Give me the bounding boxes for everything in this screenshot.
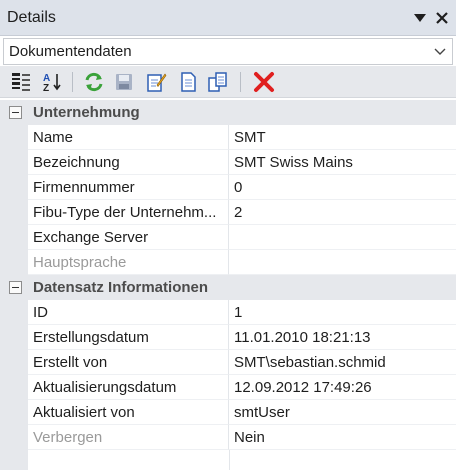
close-icon bbox=[436, 12, 448, 24]
property-name: Exchange Server bbox=[33, 229, 149, 246]
category-label: Unternehmung bbox=[33, 104, 140, 121]
save-icon[interactable] bbox=[113, 71, 135, 93]
view-select[interactable]: Dokumentendaten bbox=[3, 38, 453, 65]
property-name: Name bbox=[33, 129, 74, 146]
property-name: Erstellt von bbox=[33, 354, 108, 371]
dropdown-arrow-button[interactable] bbox=[410, 8, 430, 28]
property-row[interactable]: Aktualisierungsdatum 12.09.2012 17:49:26 bbox=[0, 375, 456, 400]
toolbar-separator bbox=[72, 72, 73, 92]
property-value[interactable]: 2 bbox=[234, 204, 242, 221]
property-name: Verbergen bbox=[33, 429, 103, 446]
property-name: ID bbox=[33, 304, 48, 321]
property-value[interactable]: 11.01.2010 18:21:13 bbox=[234, 329, 371, 346]
category-label: Datensatz Informationen bbox=[33, 279, 209, 296]
svg-text:Z: Z bbox=[43, 83, 49, 93]
category-datensatz-informationen[interactable]: Datensatz Informationen bbox=[0, 275, 456, 300]
property-value[interactable]: 1 bbox=[234, 304, 242, 321]
property-value[interactable]: 12.09.2012 17:49:26 bbox=[234, 379, 372, 396]
property-name: Erstellungsdatum bbox=[33, 329, 149, 346]
delete-icon[interactable] bbox=[253, 71, 275, 93]
view-select-value: Dokumentendaten bbox=[9, 43, 132, 60]
toolbar-separator bbox=[240, 72, 241, 92]
property-value[interactable]: 0 bbox=[234, 179, 242, 196]
property-row[interactable]: Aktualisiert von smtUser bbox=[0, 400, 456, 425]
panel-header: Details bbox=[0, 0, 456, 36]
property-name: Hauptsprache bbox=[33, 254, 127, 271]
property-row[interactable]: Erstellt von SMT\sebastian.schmid bbox=[0, 350, 456, 375]
property-row[interactable]: Exchange Server bbox=[0, 225, 456, 250]
property-row[interactable]: Erstellungsdatum 11.01.2010 18:21:13 bbox=[0, 325, 456, 350]
property-row[interactable]: Name SMT bbox=[0, 125, 456, 150]
property-name: Aktualisiert von bbox=[33, 404, 135, 421]
property-value[interactable]: smtUser bbox=[234, 404, 290, 421]
property-name: Firmennummer bbox=[33, 179, 135, 196]
property-value[interactable]: SMT Swiss Mains bbox=[234, 154, 353, 171]
alphabetical-sort-icon[interactable]: A Z bbox=[41, 71, 63, 93]
category-unternehmung[interactable]: Unternehmung bbox=[0, 100, 456, 125]
grid-empty-area bbox=[0, 450, 456, 470]
property-value[interactable]: SMT bbox=[234, 129, 266, 146]
triangle-down-icon bbox=[414, 14, 426, 22]
property-name: Fibu-Type der Unternehm... bbox=[33, 204, 217, 221]
property-row[interactable]: Hauptsprache bbox=[0, 250, 456, 275]
property-value[interactable]: SMT\sebastian.schmid bbox=[234, 354, 386, 371]
property-value[interactable]: Nein bbox=[234, 429, 265, 446]
categorized-icon[interactable] bbox=[10, 71, 32, 93]
refresh-icon[interactable] bbox=[83, 71, 105, 93]
chevron-down-icon bbox=[434, 48, 446, 55]
property-row[interactable]: Firmennummer 0 bbox=[0, 175, 456, 200]
property-grid: Unternehmung Name SMT Bezeichnung SMT Sw… bbox=[0, 98, 456, 470]
collapse-toggle-icon[interactable] bbox=[9, 106, 22, 119]
property-name: Aktualisierungsdatum bbox=[33, 379, 177, 396]
edit-icon[interactable] bbox=[145, 71, 167, 93]
property-name: Bezeichnung bbox=[33, 154, 120, 171]
copy-icon[interactable] bbox=[207, 71, 229, 93]
panel-title: Details bbox=[7, 9, 56, 26]
property-row[interactable]: Verbergen Nein bbox=[0, 425, 456, 450]
toolbar: A Z bbox=[0, 66, 456, 98]
property-row[interactable]: Bezeichnung SMT Swiss Mains bbox=[0, 150, 456, 175]
property-row[interactable]: Fibu-Type der Unternehm... 2 bbox=[0, 200, 456, 225]
document-icon[interactable] bbox=[177, 71, 199, 93]
close-button[interactable] bbox=[432, 8, 452, 28]
property-row[interactable]: ID 1 bbox=[0, 300, 456, 325]
collapse-toggle-icon[interactable] bbox=[9, 281, 22, 294]
